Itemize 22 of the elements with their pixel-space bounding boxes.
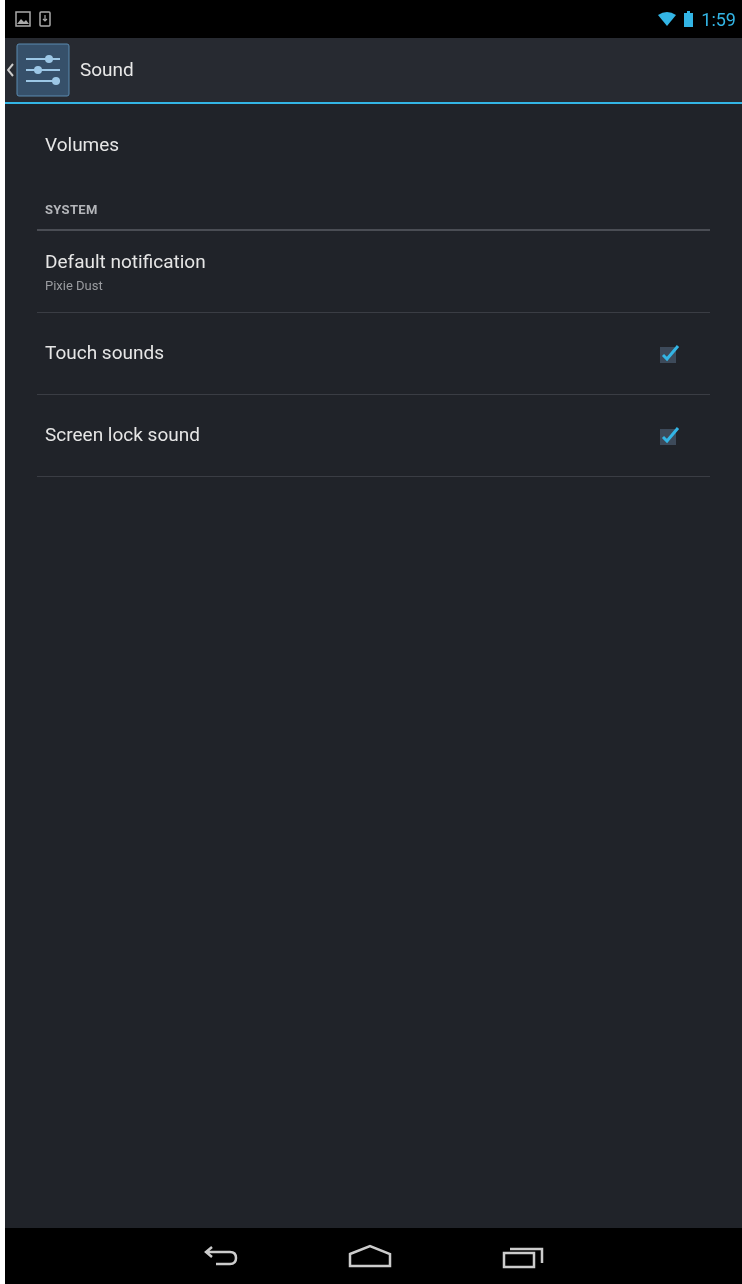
sliders-icon [16, 43, 70, 97]
setting-summary: Pixie Dust [45, 277, 104, 295]
download-icon [39, 11, 51, 27]
back-caret-icon [7, 63, 14, 77]
section-header: SYSTEM [45, 200, 98, 219]
clock-time: 1:59 [701, 7, 736, 32]
settings-row[interactable]: Screen lock sound [37, 395, 710, 477]
checkbox[interactable] [658, 342, 680, 365]
setting-title: Screen lock sound [45, 422, 201, 449]
back-icon[interactable] [203, 1245, 238, 1267]
image-icon [15, 11, 31, 27]
setting-title: Touch sounds [45, 340, 165, 367]
wifi-icon [658, 12, 677, 26]
screen-title: Sound [80, 56, 134, 83]
settings-row[interactable]: Volumes [37, 104, 710, 186]
battery-icon [684, 11, 694, 27]
settings-row[interactable]: Default notification Pixie Dust [37, 231, 710, 313]
home-icon[interactable] [347, 1244, 392, 1268]
setting-title: Volumes [45, 131, 121, 158]
setting-title: Default notification [45, 248, 207, 275]
checkbox[interactable] [658, 424, 680, 447]
settings-row[interactable]: Touch sounds [37, 313, 710, 395]
